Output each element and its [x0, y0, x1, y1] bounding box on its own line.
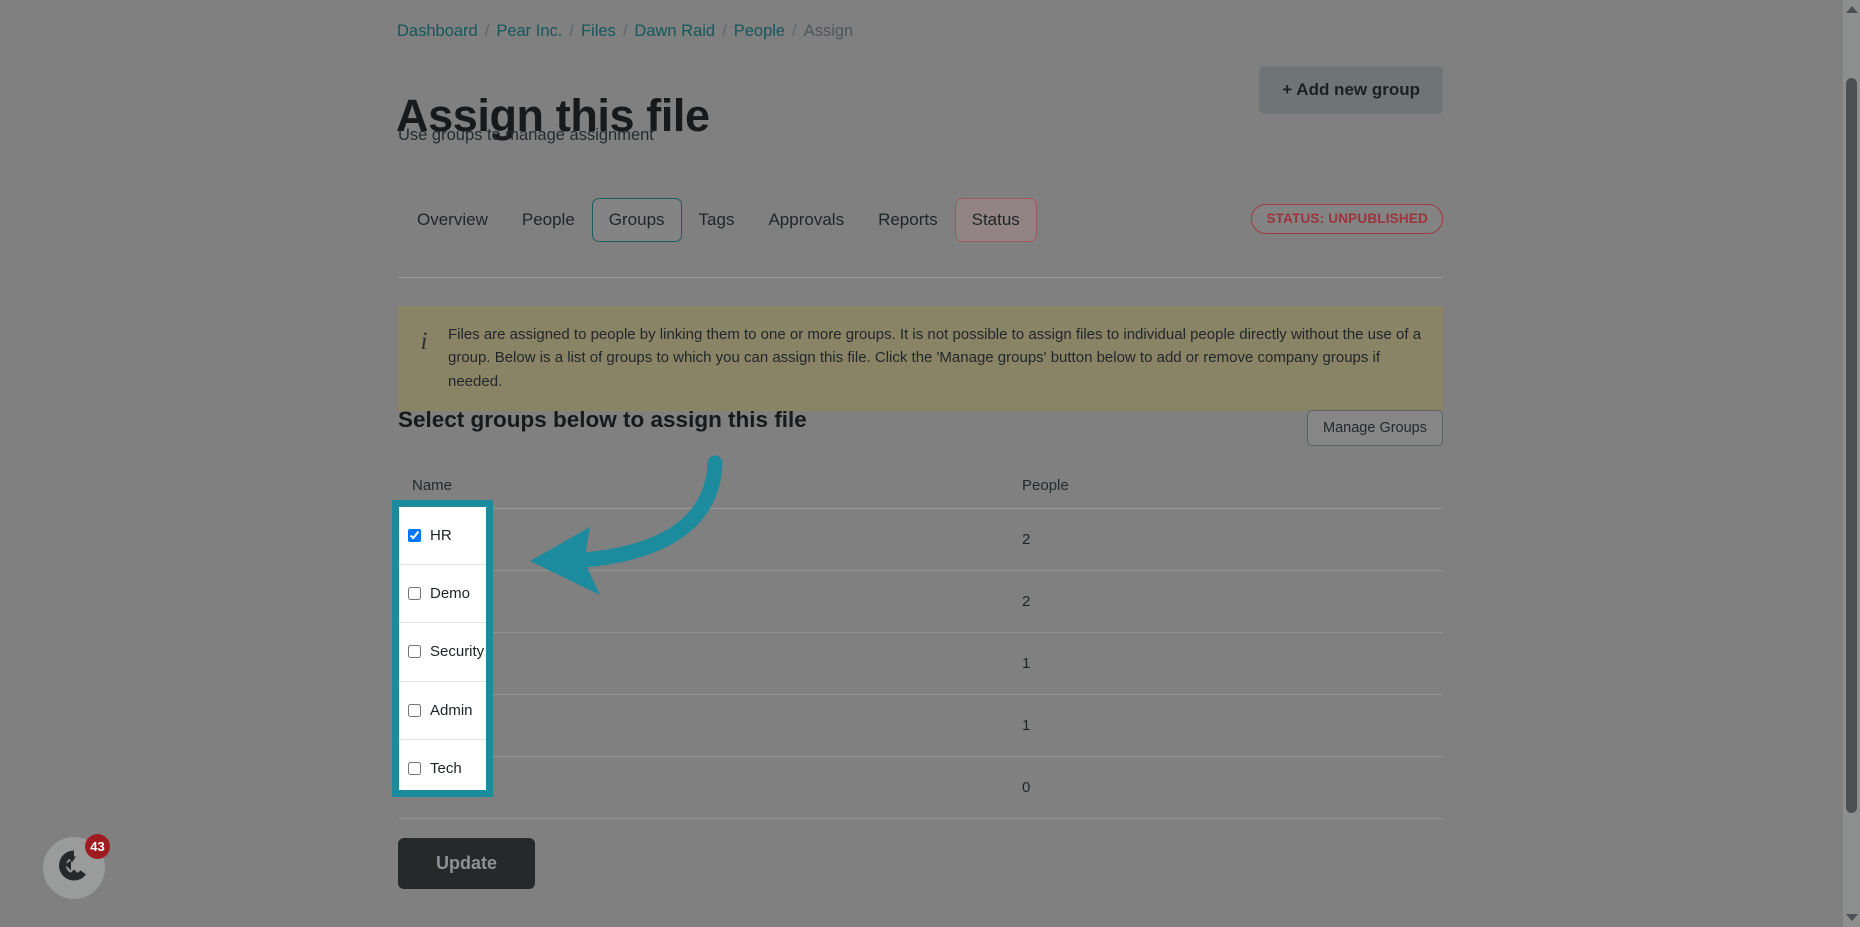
breadcrumb-separator: /	[722, 22, 727, 40]
group-name-label: HR	[430, 527, 452, 545]
breadcrumb-item-files[interactable]: Files	[581, 22, 616, 40]
info-banner-text: Files are assigned to people by linking …	[448, 326, 1422, 390]
breadcrumb: Dashboard / Pear Inc. / Files / Dawn Raid / Peop…	[397, 22, 853, 41]
breadcrumb-separator: /	[569, 22, 574, 40]
breadcrumb-item-assign: Assign	[803, 22, 854, 40]
group-checkbox-demo-highlighted[interactable]	[408, 587, 421, 601]
chat-widget-button[interactable]: 43	[43, 834, 110, 899]
breadcrumb-separator: /	[792, 22, 797, 40]
breadcrumb-separator: /	[622, 22, 628, 40]
group-name-label: Admin	[430, 701, 473, 719]
group-checkbox-security-highlighted[interactable]	[408, 645, 421, 659]
cell-people-count: 2	[1008, 570, 1443, 633]
breadcrumb-item-dawn-raid[interactable]: Dawn Raid	[634, 22, 715, 40]
group-name-label: Tech	[430, 760, 462, 778]
page-subtitle: Use groups to manage assignment	[398, 126, 654, 144]
groups-table: Name People HR 2 Demo	[398, 465, 1443, 819]
table-row: HR 2	[398, 508, 1443, 571]
group-name-cell: HR	[412, 531, 994, 548]
group-name-cell: Admin	[412, 717, 994, 734]
breadcrumb-item-dashboard[interactable]: Dashboard	[397, 22, 478, 40]
add-new-group-button[interactable]: + Add new group	[1259, 66, 1443, 114]
page-background: Dashboard / Pear Inc. / Files / Dawn Raid / Peop…	[0, 0, 1860, 927]
vertical-scrollbar[interactable]	[1843, 0, 1860, 927]
tab-status[interactable]: Status	[954, 198, 1037, 242]
highlighted-group-demo[interactable]: Demo	[399, 565, 486, 624]
column-header-people: People	[1008, 465, 1443, 509]
scrollbar-thumb[interactable]	[1846, 78, 1857, 813]
scroll-down-arrow-icon[interactable]	[1845, 914, 1858, 921]
header-divider	[398, 277, 1443, 278]
tab-overview[interactable]: Overview	[400, 198, 505, 242]
highlighted-group-tech[interactable]: Tech	[399, 739, 486, 790]
table-row: Tech 0	[398, 756, 1443, 819]
section-heading: Select groups below to assign this file	[398, 407, 807, 432]
tab-groups[interactable]: Groups	[591, 198, 682, 242]
table-row: Demo 2	[398, 570, 1443, 633]
highlighted-group-security[interactable]: Security	[399, 623, 486, 682]
chat-unread-badge: 43	[85, 834, 110, 859]
group-name-label: Security	[430, 643, 485, 661]
chat-bubble-icon	[57, 849, 91, 888]
cell-people-count: 2	[1008, 508, 1443, 571]
table-row: Admin 1	[398, 694, 1443, 757]
status-badge: STATUS: UNPUBLISHED	[1251, 204, 1443, 234]
group-name-cell: Security	[412, 655, 994, 672]
highlight-annotation-box: HR Demo Security Admin Tech	[392, 500, 493, 797]
tab-tags[interactable]: Tags	[682, 198, 752, 242]
info-banner: i Files are assigned to people by linkin…	[398, 306, 1443, 411]
highlighted-group-admin[interactable]: Admin	[399, 681, 486, 740]
group-checkbox-hr-highlighted[interactable]	[408, 529, 421, 543]
cell-people-count: 1	[1008, 632, 1443, 695]
group-checkbox-admin-highlighted[interactable]	[408, 703, 421, 717]
update-button[interactable]: Update	[398, 838, 536, 889]
group-checkbox-tech-highlighted[interactable]	[408, 762, 421, 776]
tab-reports[interactable]: Reports	[861, 198, 955, 242]
cell-people-count: 1	[1008, 694, 1443, 757]
breadcrumb-separator: /	[484, 22, 490, 40]
cell-people-count: 0	[1008, 756, 1443, 819]
breadcrumb-item-pear-inc[interactable]: Pear Inc.	[496, 22, 562, 40]
group-name-cell: Tech	[412, 779, 994, 796]
groups-table-body: HR 2 Demo 2 Security	[398, 508, 1443, 819]
group-name-cell: Demo	[412, 593, 994, 610]
tab-approvals[interactable]: Approvals	[751, 198, 861, 242]
breadcrumb-item-people[interactable]: People	[734, 22, 785, 40]
scroll-up-arrow-icon[interactable]	[1845, 6, 1858, 13]
tab-bar: Overview People Groups Tags Approvals Re…	[400, 198, 1037, 242]
table-header-row: Name People	[398, 465, 1443, 509]
group-name-label: Demo	[430, 585, 471, 603]
groups-table-header: Name People	[398, 465, 1443, 509]
highlighted-group-hr[interactable]: HR	[399, 507, 486, 566]
info-icon: i	[420, 328, 428, 355]
tab-people[interactable]: People	[505, 198, 592, 242]
table-row: Security 1	[398, 632, 1443, 695]
manage-groups-button[interactable]: Manage Groups	[1307, 410, 1443, 446]
